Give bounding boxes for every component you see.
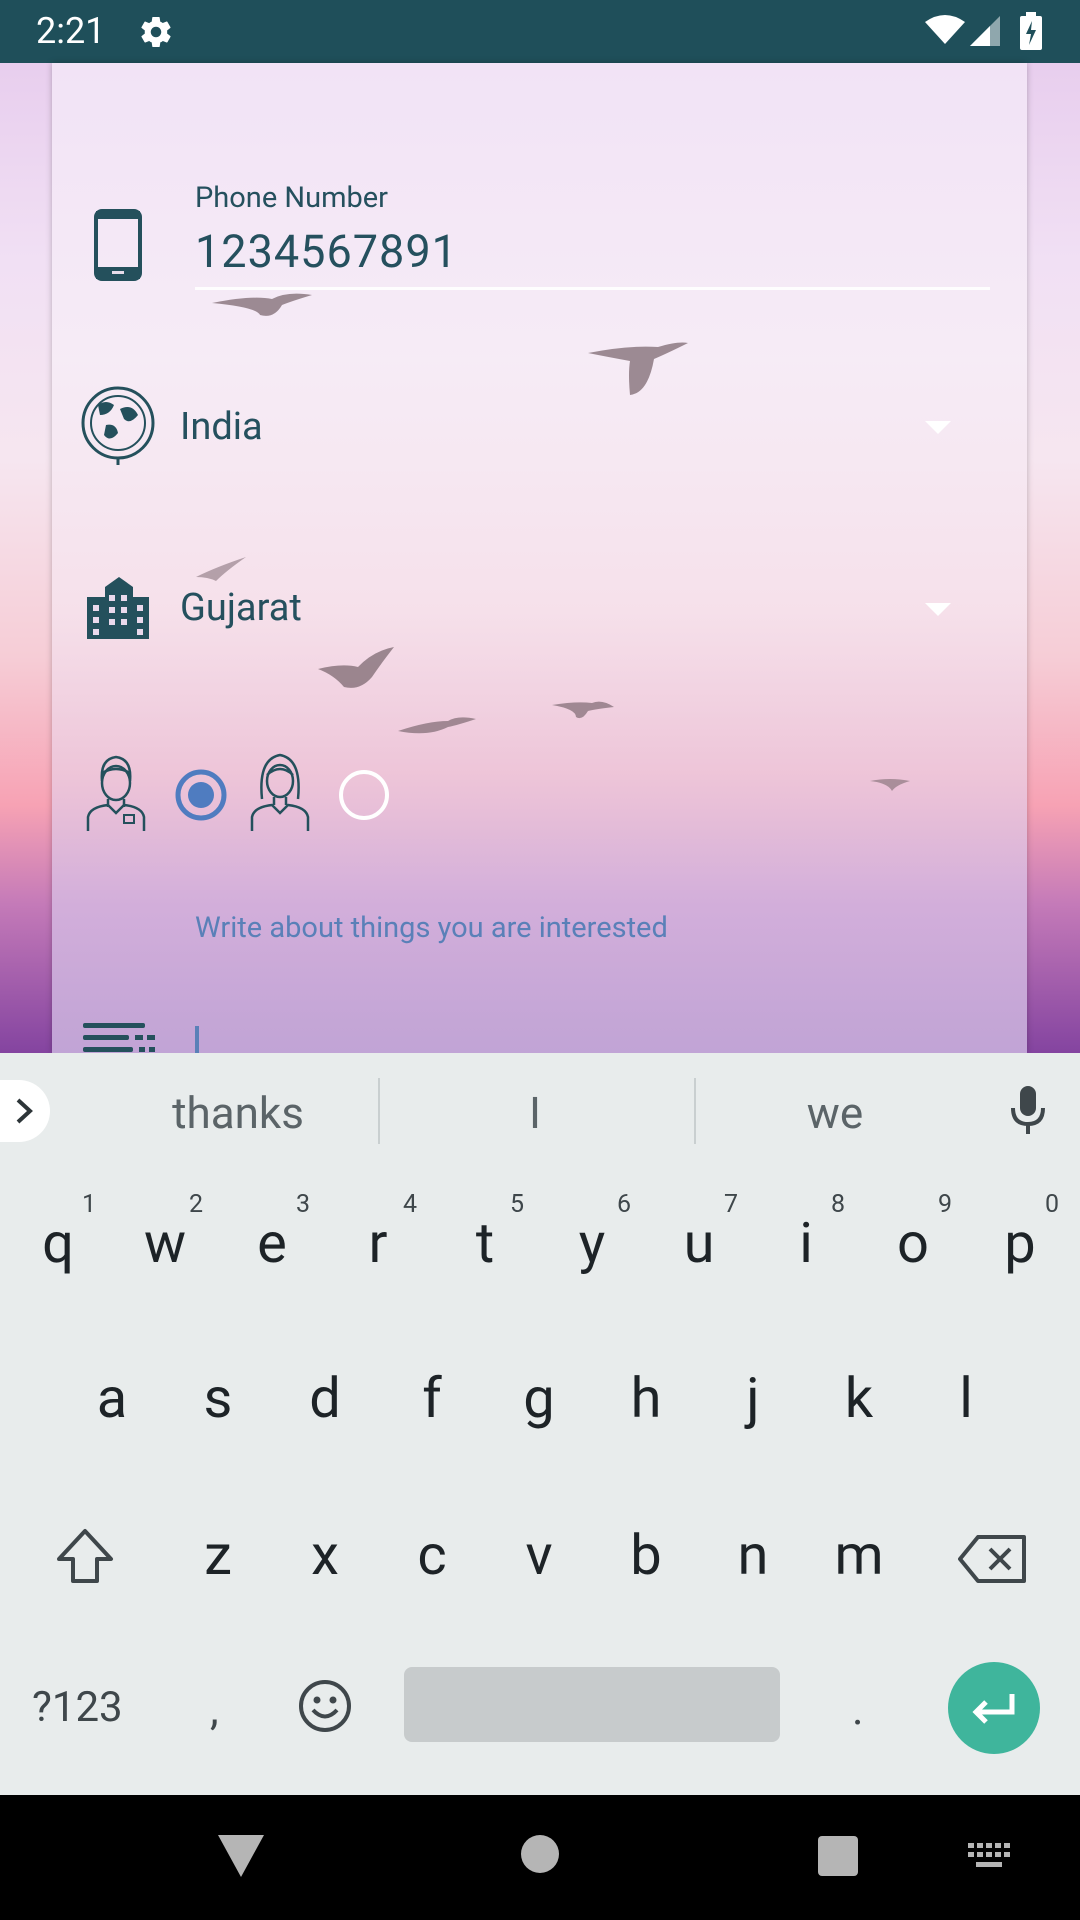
phone-underline [195,287,990,290]
key-a[interactable]: a [72,1365,152,1431]
space-bar[interactable] [404,1667,780,1742]
suggestion-item[interactable]: I [415,1087,655,1139]
key-h[interactable]: h [606,1365,686,1431]
shift-icon[interactable] [55,1527,115,1587]
suggestion-expand-button[interactable] [0,1080,50,1142]
male-avatar-icon [86,755,146,831]
key-n[interactable]: n [713,1522,793,1588]
battery-charging-icon [1020,12,1042,50]
key-g[interactable]: g [499,1365,579,1431]
enter-key[interactable] [948,1662,1040,1754]
key-hint-number: 7 [724,1190,739,1219]
key-c[interactable]: c [392,1522,472,1588]
bird-decoration-icon [588,342,688,395]
key-hint-number: 1 [82,1190,97,1219]
key-hint-number: 6 [617,1190,632,1219]
key-hint-number: 0 [1045,1190,1060,1219]
period-key[interactable]: . [852,1683,864,1735]
status-bar: 2:21 [0,0,1080,63]
bird-decoration-icon [212,293,312,316]
key-s[interactable]: s [178,1365,258,1431]
key-j[interactable]: j [713,1365,793,1431]
male-radio-button[interactable] [174,768,228,822]
suggestion-item[interactable]: we [715,1087,955,1139]
key-hint-number: 3 [296,1190,311,1219]
phone-number-input[interactable]: 1234567891 [195,225,458,278]
wifi-icon [925,15,965,44]
key-p[interactable]: p [980,1210,1060,1276]
bird-decoration-icon [398,717,476,734]
symbols-key[interactable]: ?123 [32,1683,123,1732]
key-hint-number: 8 [831,1190,846,1219]
bird-decoration-icon [870,779,910,791]
status-time: 2:21 [36,10,106,52]
key-z[interactable]: z [178,1522,258,1588]
enter-arrow-icon [972,1694,1015,1724]
key-l[interactable]: l [926,1365,1006,1431]
recents-icon[interactable] [818,1836,858,1876]
key-f[interactable]: f [392,1365,472,1431]
key-hint-number: 9 [938,1190,953,1219]
key-t[interactable]: t [445,1210,525,1276]
keyboard-switch-icon[interactable] [968,1843,1010,1869]
key-v[interactable]: v [499,1522,579,1588]
app-background: Phone Number 1234567891 India Gujarat Wr… [0,63,1080,1086]
key-u[interactable]: u [659,1210,739,1276]
settings-gear-icon [141,17,171,48]
key-q[interactable]: q [18,1210,98,1276]
suggestion-item[interactable]: thanks [118,1087,358,1139]
key-k[interactable]: k [819,1365,899,1431]
dropdown-arrow-icon[interactable] [925,421,951,435]
country-spinner[interactable]: India [180,405,263,449]
key-r[interactable]: r [338,1210,418,1276]
key-hint-number: 2 [189,1190,204,1219]
phone-number-label: Phone Number [195,181,388,215]
key-b[interactable]: b [606,1522,686,1588]
chevron-right-icon [16,1098,33,1124]
key-d[interactable]: d [285,1365,365,1431]
key-m[interactable]: m [819,1522,899,1588]
key-o[interactable]: o [873,1210,953,1276]
state-spinner[interactable]: Gujarat [180,586,302,630]
globe-icon [81,386,155,465]
navigation-bar [0,1795,1080,1920]
key-y[interactable]: y [552,1210,632,1276]
cell-signal-icon [970,16,1000,46]
home-icon[interactable] [521,1835,559,1873]
microphone-icon[interactable] [1010,1086,1046,1136]
phone-icon [94,209,142,281]
city-building-icon [87,577,149,639]
emoji-icon[interactable] [298,1679,352,1733]
key-w[interactable]: w [125,1210,205,1276]
comma-key[interactable]: , [210,1683,219,1735]
suggestion-strip: thanks I we [0,1053,1080,1170]
key-hint-number: 5 [510,1190,525,1219]
backspace-icon[interactable] [958,1533,1028,1585]
bird-decoration-icon [318,647,394,688]
female-radio-button[interactable] [337,768,391,822]
bird-decoration-icon [552,701,614,719]
dropdown-arrow-icon[interactable] [925,603,951,617]
bird-decoration-icon [196,557,246,581]
key-e[interactable]: e [232,1210,312,1276]
interests-hint-label: Write about things you are interested [195,911,668,945]
key-x[interactable]: x [285,1522,365,1588]
key-hint-number: 4 [403,1190,418,1219]
female-avatar-icon [250,753,310,831]
back-icon[interactable] [218,1835,264,1877]
key-i[interactable]: i [766,1210,846,1276]
